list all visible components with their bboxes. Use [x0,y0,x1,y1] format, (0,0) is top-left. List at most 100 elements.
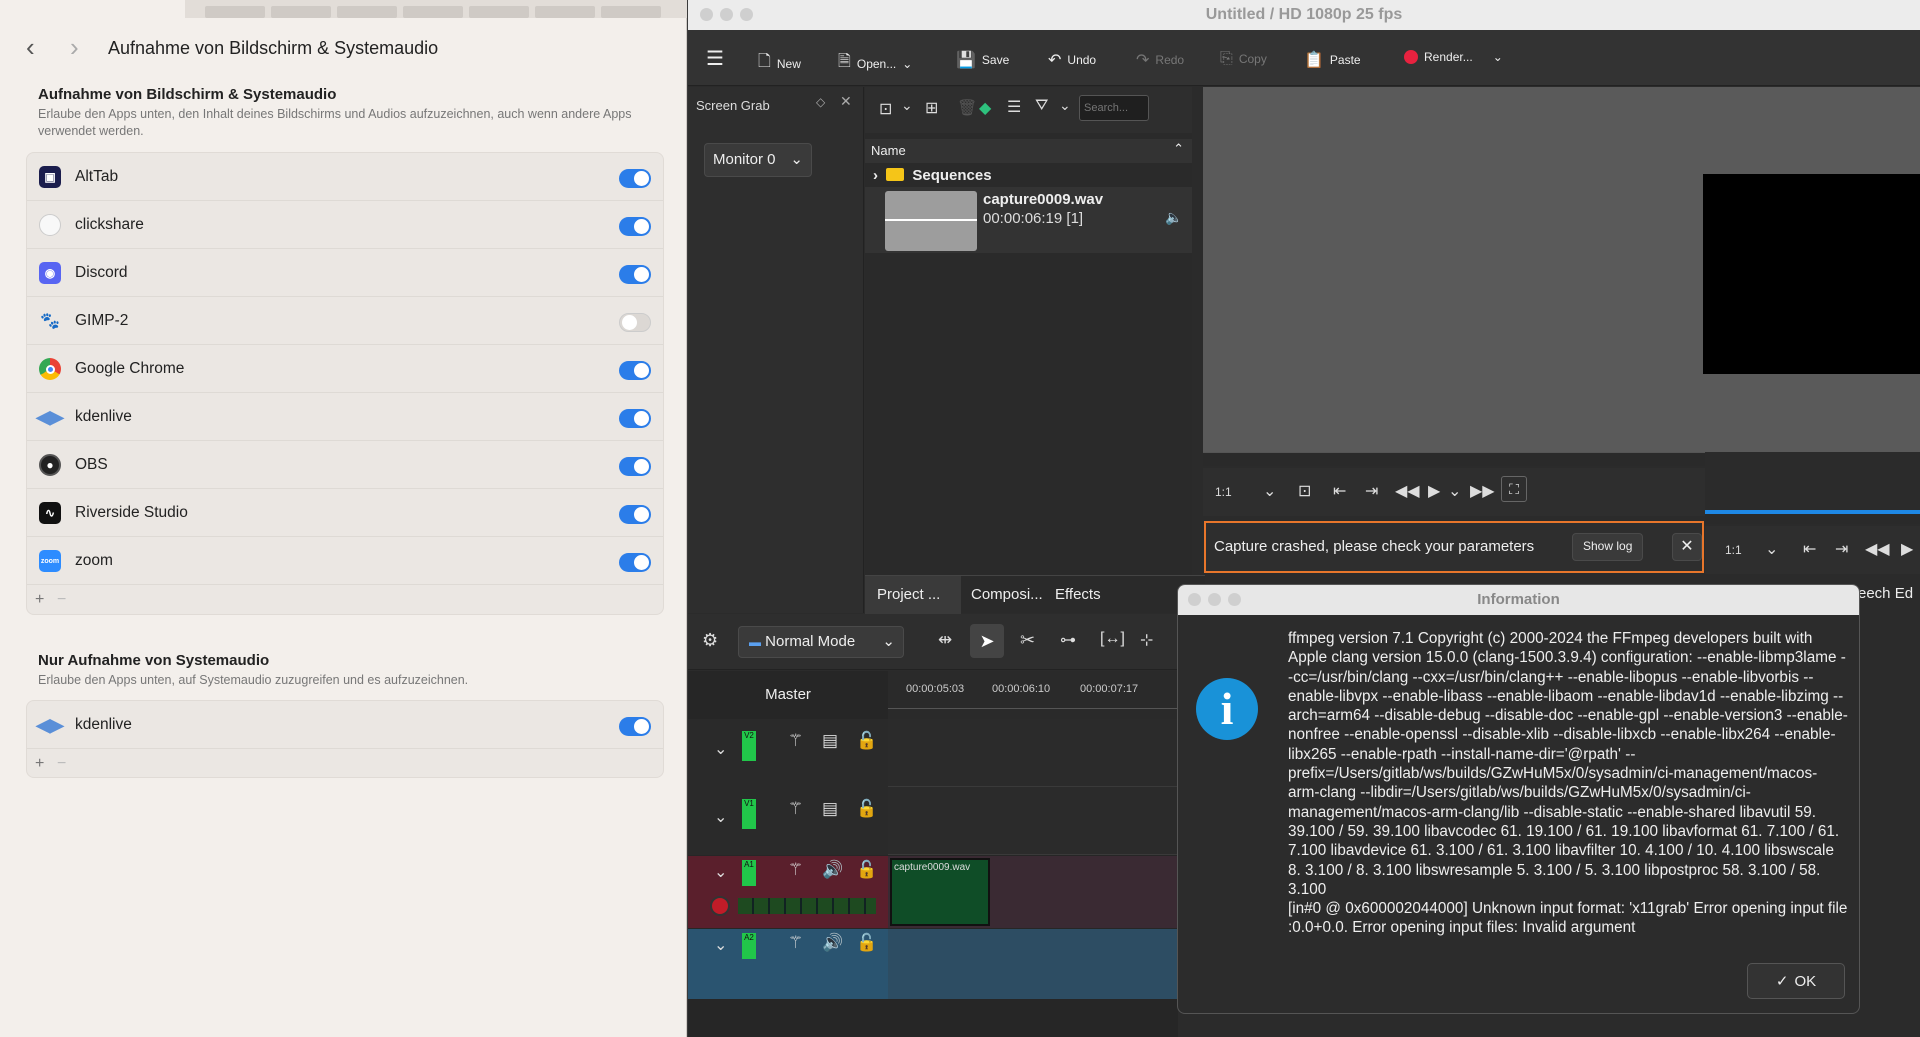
close-window-button[interactable] [1188,593,1201,606]
film-icon[interactable]: ▤ [822,731,838,751]
ok-button[interactable]: ✓ OK [1747,963,1845,999]
minimize-window-button[interactable] [1208,593,1221,606]
tab-compositions[interactable]: Composi... [971,586,1043,603]
fullscreen-icon[interactable]: ⛶ [1501,476,1527,502]
track-v1[interactable] [888,787,1180,855]
paste-button[interactable]: 📋 Paste [1304,50,1361,70]
filter-icon[interactable]: ⛛ [1035,97,1048,115]
edit-mode-select[interactable]: ▬ Normal Mode ⌄ [738,626,904,658]
play-icon[interactable]: ▶ [1901,539,1913,559]
redo-button[interactable]: ↷ Redo [1136,50,1184,70]
effects-wand-icon[interactable]: ⚚ [788,933,803,953]
tab-effects[interactable]: Effects [1055,586,1101,603]
alttab-toggle[interactable] [619,169,651,188]
chevron-down-icon[interactable]: ⌄ [714,807,727,827]
back-icon[interactable]: ‹ [26,32,35,63]
record-audio-button[interactable] [710,896,730,916]
insert-icon[interactable]: ⊹ [1140,630,1153,650]
remove-button[interactable]: − [57,755,66,773]
project-monitor-ruler[interactable] [1705,510,1920,524]
add-clip-icon[interactable]: ⊞ [925,98,938,118]
delete-icon[interactable]: 🗑 [957,98,977,118]
monitor-select[interactable]: Monitor 0 ⌄ [704,143,812,177]
minimize-window-button[interactable] [720,8,733,21]
close-icon[interactable]: ✕ [1672,533,1702,561]
track-header-v2[interactable]: ⌄ V2 ⚚ ▤ 🔓 [688,719,888,787]
chevron-down-icon[interactable]: ⌄ [714,862,727,882]
chevron-down-icon[interactable]: ⌄ [1765,539,1778,559]
fit-zoom-icon[interactable]: [↔] [1100,630,1125,648]
zoom-window-button[interactable] [740,8,753,21]
folder-row[interactable]: › Sequences [865,165,1192,187]
effects-wand-icon[interactable]: ⚚ [788,799,803,819]
settings-sliders-icon[interactable]: ⚙ [702,630,718,651]
lock-icon[interactable]: 🔓 [856,933,877,953]
view-mode-icon[interactable]: ⊡ [879,99,892,119]
effects-wand-icon[interactable]: ⚚ [788,860,803,880]
track-a1[interactable]: capture0009.wav [888,856,1180,928]
forward-icon[interactable]: › [70,32,79,63]
tab-project[interactable]: Project ... [865,576,961,614]
tag-icon[interactable]: ◆ [979,98,991,118]
float-dock-icon[interactable]: ◇ [816,95,825,109]
set-in-icon[interactable]: ⇤ [1803,539,1816,559]
speaker-icon[interactable]: 🔊 [822,860,843,880]
gimp-toggle[interactable] [619,313,651,332]
render-button[interactable]: Render... ⌄ [1404,50,1503,64]
fit-frame-icon[interactable]: ⊡ [1298,481,1311,501]
discord-toggle[interactable] [619,265,651,284]
effects-wand-icon[interactable]: ⚚ [788,731,803,751]
add-button[interactable]: + [35,755,44,773]
open-button[interactable]: 🗎 Open... ⌄ [838,50,912,77]
track-a2[interactable] [888,929,1180,999]
timeline-clip[interactable]: capture0009.wav [890,858,990,926]
chevron-right-icon[interactable]: › [873,167,878,184]
rewind-icon[interactable]: ◀◀ [1395,481,1420,501]
chevron-down-icon[interactable]: ⌄ [901,97,913,114]
chevron-down-icon[interactable]: ⌄ [714,739,727,759]
track-header-v1[interactable]: ⌄ V1 ⚚ ▤ 🔓 [688,787,888,855]
chevron-down-icon[interactable]: ⌄ [714,935,727,955]
razor-tool-icon[interactable]: ✂ [1020,630,1035,651]
speaker-icon[interactable]: 🔊 [822,933,843,953]
track-header-a1[interactable]: ⌄ A1 ⚚ 🔊 🔓 [688,856,888,928]
chrome-toggle[interactable] [619,361,651,380]
set-out-icon[interactable]: ⇥ [1365,481,1378,501]
lock-icon[interactable]: 🔓 [856,799,877,819]
new-button[interactable]: 🗋 New [758,50,801,77]
clickshare-toggle[interactable] [619,217,651,236]
track-v2[interactable] [888,719,1180,787]
timeline-ruler[interactable]: 00:00:05:03 00:00:06:10 00:00:07:17 [888,671,1180,719]
search-input[interactable] [1079,95,1149,121]
close-icon[interactable]: ✕ [840,93,852,110]
select-tool-icon[interactable]: ➤ [970,624,1004,658]
hamburger-menu-icon[interactable]: ☰ [706,46,724,71]
monitor-ruler[interactable] [1203,452,1705,466]
play-icon[interactable]: ▶ [1428,481,1440,501]
add-button[interactable]: + [35,591,44,609]
lock-icon[interactable]: 🔓 [856,731,877,751]
obs-toggle[interactable] [619,457,651,476]
zoom-window-button[interactable] [1228,593,1241,606]
sort-up-icon[interactable]: ⌃ [1173,141,1184,157]
chevron-down-icon[interactable]: ⌄ [1448,481,1461,501]
show-log-button[interactable]: Show log [1572,533,1644,561]
kdenlive-audio-toggle[interactable] [619,717,651,736]
copy-button[interactable]: ⎘ Copy [1220,50,1267,68]
lock-icon[interactable]: 🔓 [856,860,877,880]
set-out-icon[interactable]: ⇥ [1835,539,1848,559]
clip-row[interactable]: capture0009.wav 00:00:06:19 [1] 🔈 [865,187,1192,253]
film-icon[interactable]: ▤ [822,799,838,819]
tab-speech-editor[interactable]: eech Ed [1858,585,1913,602]
fast-forward-icon[interactable]: ▶▶ [1470,481,1495,501]
zoom-toggle[interactable] [619,553,651,572]
rewind-icon[interactable]: ◀◀ [1865,539,1890,559]
zoom-level[interactable]: 1:1 [1725,543,1742,557]
set-in-icon[interactable]: ⇤ [1333,481,1346,501]
chevron-down-icon[interactable]: ⌄ [1263,481,1276,501]
kdenlive-toggle[interactable] [619,409,651,428]
slip-tool-icon[interactable]: ⊶ [1060,630,1076,650]
track-header-a2[interactable]: ⌄ A2 ⚚ 🔊 🔓 [688,929,888,999]
zoom-level[interactable]: 1:1 [1215,485,1232,499]
remove-button[interactable]: − [57,591,66,609]
